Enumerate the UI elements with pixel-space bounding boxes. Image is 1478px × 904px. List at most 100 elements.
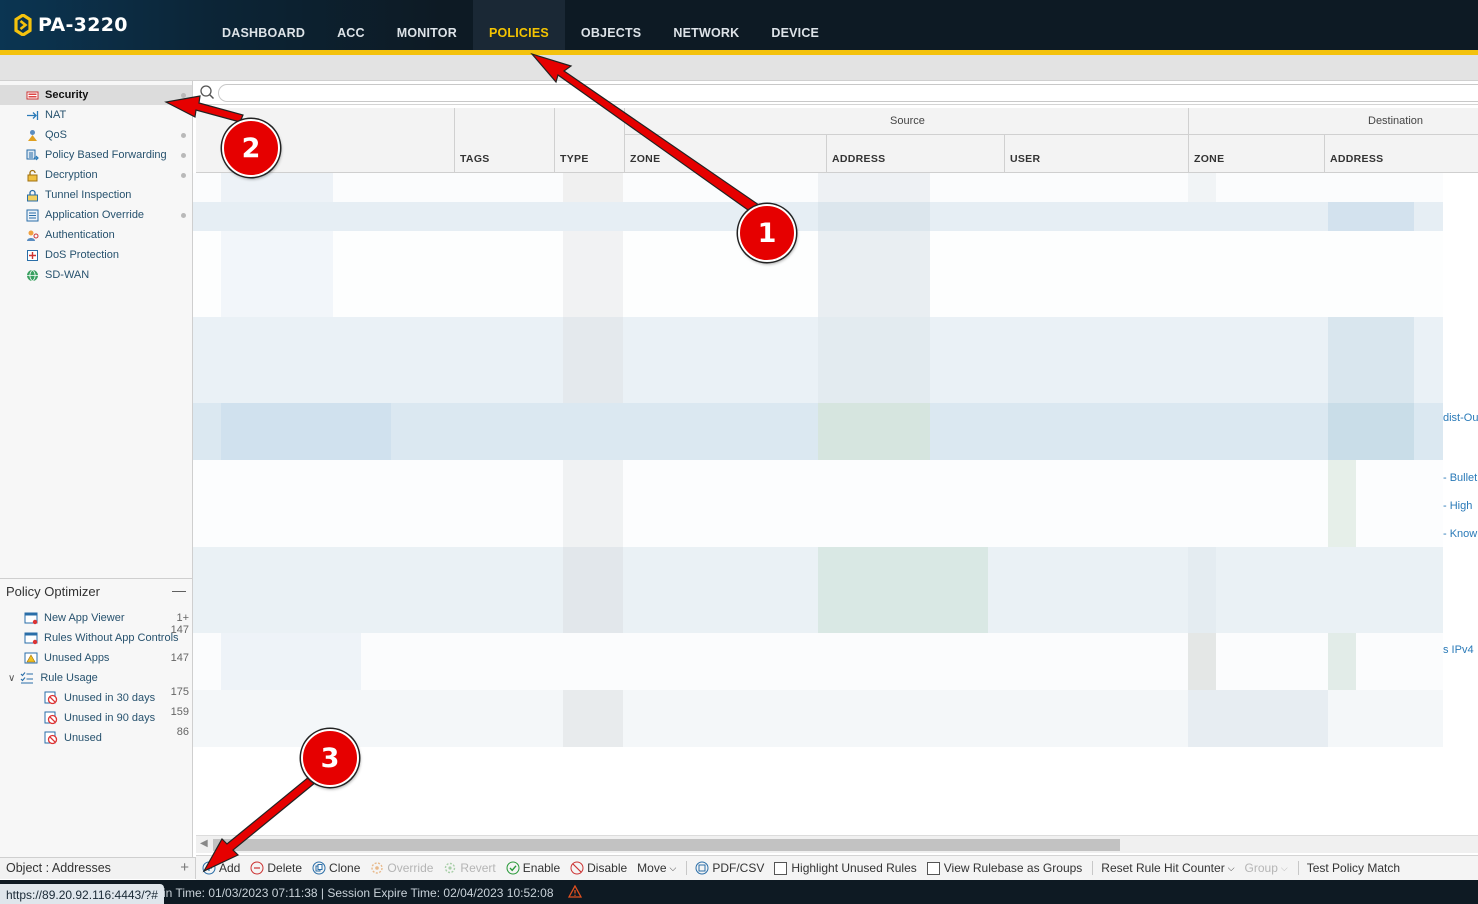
tree-item-sd-wan[interactable]: SD-WAN <box>0 265 192 285</box>
col-source-address[interactable]: ADDRESS <box>832 153 885 165</box>
clone-label: Clone <box>329 861 361 875</box>
reset-hit-counter-button[interactable]: Reset Rule Hit Counter ⌵ <box>1101 861 1234 875</box>
checkbox-icon[interactable] <box>926 861 940 875</box>
warning-icon[interactable] <box>568 885 582 898</box>
table-row[interactable] <box>193 317 1443 403</box>
opt-unused-apps[interactable]: Unused Apps 147 <box>24 648 193 668</box>
scrollbar-thumb[interactable] <box>213 839 1120 851</box>
horizontal-scrollbar[interactable]: ◀ <box>196 835 1478 853</box>
highlight-unused-label: Highlight Unused Rules <box>791 861 917 875</box>
add-object-button[interactable]: + <box>180 859 189 876</box>
col-tags[interactable]: TAGS <box>460 153 490 165</box>
opt-new-app-viewer[interactable]: New App Viewer 1+ <box>24 608 193 628</box>
table-row[interactable] <box>193 690 1443 747</box>
collapse-button[interactable]: — <box>172 582 186 598</box>
highlight-unused-checkbox[interactable]: Highlight Unused Rules <box>774 861 917 875</box>
nav-device[interactable]: DEVICE <box>755 0 835 50</box>
opt-item-count: 147 <box>170 624 189 636</box>
tree-item-authentication[interactable]: Authentication <box>0 225 192 245</box>
tree-item-nat[interactable]: NAT <box>0 105 192 125</box>
tree-item-security[interactable]: Security <box>0 85 192 105</box>
tree-item-tunnel-inspection[interactable]: Tunnel Inspection <box>0 185 192 205</box>
revert-button[interactable]: Revert <box>443 861 496 875</box>
opt-unused-90-days[interactable]: Unused in 90 days 159 <box>44 706 193 728</box>
col-source-zone[interactable]: ZONE <box>630 153 660 165</box>
table-row[interactable] <box>193 547 1443 633</box>
link-fragment[interactable]: - Bullet <box>1443 472 1477 484</box>
warning-list-icon <box>24 652 38 664</box>
link-fragment[interactable]: - Know <box>1443 528 1477 540</box>
test-policy-match-button[interactable]: Test Policy Match <box>1307 861 1400 875</box>
policy-optimizer-panel: Policy Optimizer — New App Viewer 1+ Rul… <box>0 578 193 857</box>
table-row[interactable] <box>193 460 1443 547</box>
table-row[interactable] <box>193 231 1443 317</box>
rules-table-body: dist-Ou - Bullet - High - Know s IPv4 <box>193 173 1478 835</box>
override-button[interactable]: Override <box>370 861 433 875</box>
disable-button[interactable]: Disable <box>570 861 627 875</box>
table-row[interactable] <box>193 633 1443 690</box>
authentication-icon <box>27 230 39 241</box>
table-row[interactable] <box>193 173 1443 202</box>
tree-item-policy-based-forwarding[interactable]: Policy Based Forwarding <box>0 145 192 165</box>
tree-item-label: Application Override <box>45 209 145 221</box>
opt-rules-without-app-controls[interactable]: Rules Without App Controls 147 <box>24 624 193 648</box>
clone-button[interactable]: Clone <box>312 861 360 875</box>
add-button[interactable]: Add <box>202 861 240 875</box>
nav-monitor[interactable]: MONITOR <box>381 0 473 50</box>
nav-objects[interactable]: OBJECTS <box>565 0 657 50</box>
app-override-icon <box>26 209 39 221</box>
link-fragment[interactable]: s IPv4 <box>1443 644 1474 656</box>
destination-group-header: Destination <box>1368 115 1424 127</box>
add-label: Add <box>219 861 241 875</box>
tree-item-label: Policy Based Forwarding <box>45 149 167 161</box>
tree-item-qos[interactable]: QoS <box>0 125 192 145</box>
nav-network[interactable]: NETWORK <box>657 0 755 50</box>
tree-item-application-override[interactable]: Application Override <box>0 205 192 225</box>
scroll-left-icon[interactable]: ◀ <box>200 838 208 849</box>
opt-item-count: 147 <box>170 652 189 664</box>
opt-item-count: 1+ <box>176 612 189 624</box>
col-destination-zone[interactable]: ZONE <box>1194 153 1224 165</box>
opt-rule-usage[interactable]: ∨ Rule Usage <box>8 668 193 688</box>
disable-icon <box>570 861 584 875</box>
pdf-csv-button[interactable]: PDF/CSV <box>695 861 764 875</box>
group-button[interactable]: Group ⌵ <box>1245 861 1288 875</box>
toolbar-divider <box>1092 861 1094 875</box>
enable-button[interactable]: Enable <box>506 861 560 875</box>
move-button[interactable]: Move ⌵ <box>637 861 676 875</box>
nav-dashboard[interactable]: DASHBOARD <box>206 0 321 50</box>
table-row[interactable] <box>193 202 1443 231</box>
pbf-icon <box>26 149 39 160</box>
filter-input[interactable] <box>218 84 1478 102</box>
tree-item-dos-protection[interactable]: DoS Protection <box>0 245 192 265</box>
opt-unused[interactable]: Unused 86 <box>44 726 193 748</box>
col-type[interactable]: TYPE <box>560 153 589 165</box>
delete-button[interactable]: Delete <box>250 861 302 875</box>
link-fragment[interactable]: dist-Ou <box>1443 412 1478 424</box>
table-row[interactable] <box>193 403 1443 460</box>
link-fragment[interactable]: - High <box>1443 500 1472 512</box>
qos-icon <box>28 129 37 141</box>
enable-label: Enable <box>522 861 561 875</box>
rules-table-header: Source Destination TAGS TYPE ZONE ADDRES… <box>196 108 1478 173</box>
chevron-down-icon[interactable]: ∨ <box>8 673 15 684</box>
clone-icon <box>312 861 326 875</box>
nav-policies[interactable]: POLICIES <box>472 0 565 50</box>
status-dot <box>181 153 186 158</box>
tree-item-label: DoS Protection <box>45 249 119 261</box>
col-destination-address[interactable]: ADDRESS <box>1330 153 1383 165</box>
revert-icon <box>445 862 456 874</box>
search-icon <box>200 85 215 100</box>
security-policy-icon <box>26 91 39 99</box>
checkbox-icon[interactable] <box>774 861 788 875</box>
unused-rule-icon <box>44 711 58 725</box>
tree-item-decryption[interactable]: Decryption <box>0 165 192 185</box>
opt-unused-30-days[interactable]: Unused in 30 days 175 <box>44 686 193 708</box>
col-source-user[interactable]: USER <box>1010 153 1040 165</box>
view-groups-checkbox[interactable]: View Rulebase as Groups <box>926 861 1082 875</box>
opt-item-label: Rules Without App Controls <box>44 632 179 644</box>
nav-acc[interactable]: ACC <box>321 0 381 50</box>
status-dot <box>181 173 186 178</box>
delete-label: Delete <box>267 861 303 875</box>
decryption-icon <box>27 169 38 181</box>
